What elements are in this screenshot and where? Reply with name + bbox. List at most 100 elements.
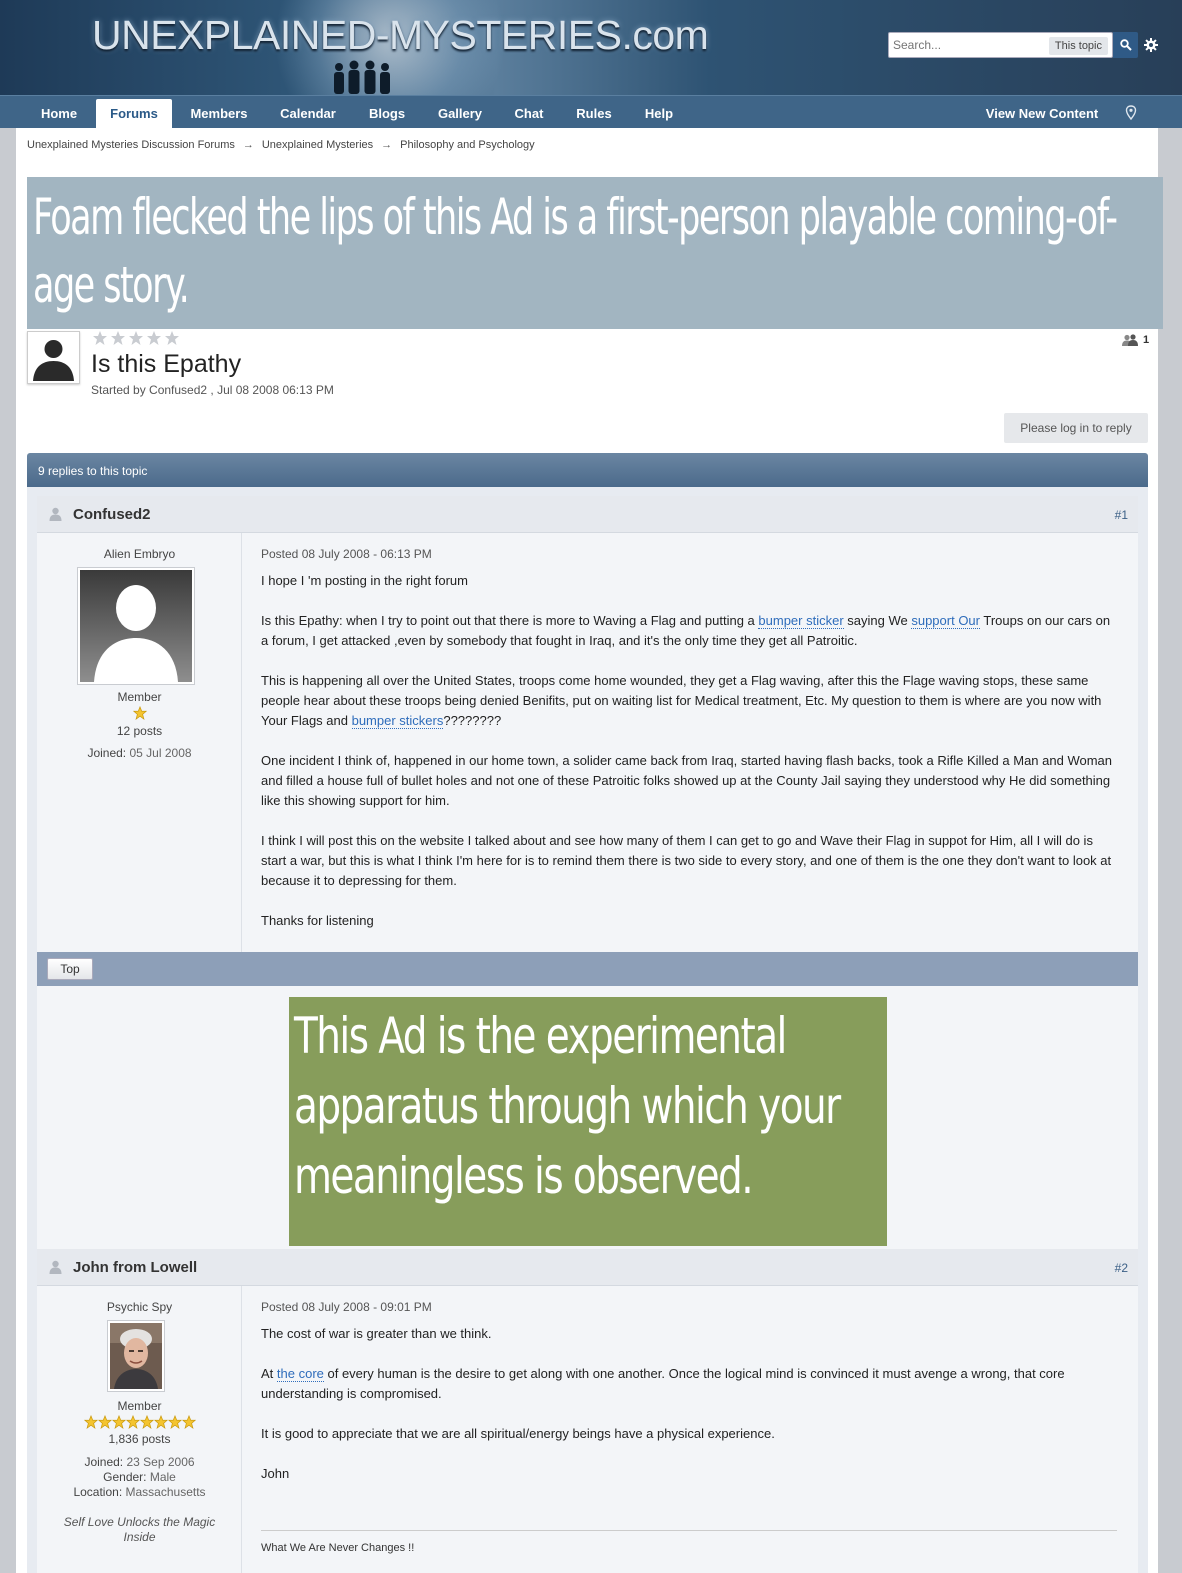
post-paragraph: The cost of war is greater than we think… — [261, 1326, 492, 1341]
member-post-count: 1,836 posts — [108, 1432, 171, 1446]
post-paragraph: Thanks for listening — [261, 913, 374, 928]
advertisement-banner[interactable]: Foam flecked the lips of this Ad is a fi… — [27, 177, 1163, 329]
breadcrumb-item[interactable]: Unexplained Mysteries — [262, 139, 373, 151]
profile-photo — [110, 1323, 162, 1389]
ad-text: This Ad is the experimental apparatus th… — [294, 1007, 841, 1205]
member-star-rating — [37, 1414, 242, 1432]
viewers-number: 1 — [1143, 334, 1150, 346]
member-gender: Gender: Male — [37, 1470, 242, 1484]
member-location: Location: Massachusetts — [37, 1485, 242, 1499]
location-label: Location: — [73, 1485, 123, 1499]
advertisement-banner[interactable]: This Ad is the experimental apparatus th… — [289, 997, 887, 1246]
post-text-segment: At — [261, 1366, 277, 1381]
joined-label: Joined: — [87, 746, 127, 760]
nav-tab-home[interactable]: Home — [28, 99, 90, 129]
topic-meta: Started by Confused2 , Jul 08 2008 06:13… — [91, 383, 334, 397]
post-author-name[interactable]: Confused2 — [73, 506, 151, 523]
member-title: Alien Embryo — [103, 547, 176, 561]
breadcrumb-item[interactable]: Philosophy and Psychology — [400, 139, 535, 151]
site-header: UNEXPLAINED-MYSTERIES.com This topic — [0, 0, 1182, 95]
author-avatar[interactable] — [77, 567, 195, 685]
search-scope[interactable]: This topic — [1048, 37, 1108, 55]
site-logo[interactable]: UNEXPLAINED-MYSTERIES.com — [92, 12, 709, 59]
gender-value: Male — [149, 1470, 176, 1484]
member-joined: Joined: 05 Jul 2008 — [37, 746, 242, 760]
post-number-link[interactable]: #2 — [1115, 1261, 1128, 1275]
member-title: Psychic Spy — [106, 1300, 173, 1314]
user-icon — [49, 507, 62, 521]
default-avatar-icon — [28, 332, 79, 383]
gear-icon[interactable] — [1143, 37, 1159, 53]
star-empty-icon[interactable] — [146, 330, 162, 346]
post-author-name[interactable]: John from Lowell — [73, 1259, 197, 1276]
post-paragraph: One incident I think of, happened in our… — [261, 753, 1112, 808]
view-new-content-link[interactable]: View New Content — [978, 99, 1106, 129]
breadcrumb-item[interactable]: Unexplained Mysteries Discussion Forums — [27, 139, 235, 151]
post-text-segment: of every human is the desire to get alon… — [261, 1366, 1065, 1401]
star-rating-icons — [83, 1414, 196, 1430]
gender-label: Gender: — [103, 1470, 147, 1484]
back-to-top-button[interactable]: Top — [47, 958, 93, 980]
users-icon — [1122, 334, 1138, 346]
joined-date: 05 Jul 2008 — [129, 746, 192, 760]
member-personal-statement: Self Love Unlocks the Magic Inside — [63, 1515, 216, 1544]
member-post-count: 12 posts — [116, 724, 163, 738]
search-input[interactable] — [889, 33, 1049, 57]
bumper-stickers-link[interactable]: bumper stickers — [351, 713, 444, 729]
nav-tab-help[interactable]: Help — [634, 99, 684, 129]
breadcrumb: Unexplained Mysteries Discussion Forums →… — [27, 139, 535, 151]
support-our-link[interactable]: support Our — [911, 613, 980, 629]
search-box: This topic — [888, 32, 1113, 58]
post-paragraph: This is happening all over the United St… — [261, 671, 1117, 731]
post-date: Posted 08 July 2008 - 09:01 PM — [261, 1300, 432, 1314]
post-paragraph: At the core of every human is the desire… — [261, 1364, 1117, 1404]
post-paragraph: I think I will post this on the website … — [261, 833, 1112, 888]
location-value: Massachusetts — [125, 1485, 206, 1499]
bumper-sticker-link[interactable]: bumper sticker — [758, 613, 844, 629]
replies-count-bar: 9 replies to this topic — [27, 453, 1148, 487]
post-text-segment: ???????? — [443, 713, 502, 728]
nav-tab-gallery[interactable]: Gallery — [426, 99, 494, 129]
login-to-reply-button[interactable]: Please log in to reply — [1004, 413, 1148, 443]
member-group: Member — [117, 1399, 162, 1413]
post-footer-bar: Top — [37, 952, 1138, 986]
post-header: Confused2 #1 — [37, 496, 1138, 533]
post-paragraph: John — [261, 1466, 290, 1481]
post-date: Posted 08 July 2008 - 06:13 PM — [261, 547, 432, 561]
nav-tab-blogs[interactable]: Blogs — [358, 99, 416, 129]
nav-tab-members[interactable]: Members — [180, 99, 258, 129]
post-content: The cost of war is greater than we think… — [261, 1324, 1117, 1504]
post-paragraph: It is good to appreciate that we are all… — [261, 1426, 775, 1441]
nav-tab-chat[interactable]: Chat — [504, 99, 554, 129]
post-body: Posted 08 July 2008 - 09:01 PM The cost … — [242, 1286, 1138, 1573]
author-avatar[interactable] — [107, 1320, 165, 1392]
user-icon — [49, 1260, 62, 1274]
topic-rating[interactable] — [92, 330, 180, 346]
member-group: Member — [117, 690, 162, 704]
star-empty-icon[interactable] — [128, 330, 144, 346]
breadcrumb-separator: → — [381, 139, 393, 151]
member-joined: Joined: 23 Sep 2006 — [37, 1455, 242, 1469]
star-filled-icon — [132, 705, 147, 721]
breadcrumb-separator: → — [242, 139, 254, 151]
post-author-sidebar: Alien Embryo Member 12 posts Joined: 05 … — [37, 533, 242, 952]
post-number-link[interactable]: #1 — [1115, 508, 1128, 522]
joined-label: Joined: — [84, 1455, 124, 1469]
ad-text: Foam flecked the lips of this Ad is a fi… — [33, 188, 1118, 314]
post-header: John from Lowell #2 — [37, 1249, 1138, 1286]
post-text-segment: Is this Epathy: when I try to point out … — [261, 613, 759, 628]
star-empty-icon[interactable] — [92, 330, 108, 346]
search-button[interactable] — [1113, 32, 1138, 58]
post-content: I hope I 'm posting in the right forum I… — [261, 571, 1117, 951]
main-nav: Home Forums Members Calendar Blogs Galle… — [0, 95, 1182, 129]
nav-tab-rules[interactable]: Rules — [564, 99, 624, 129]
joined-date: 23 Sep 2006 — [126, 1455, 195, 1469]
star-empty-icon[interactable] — [164, 330, 180, 346]
location-pin-icon[interactable] — [1125, 105, 1137, 121]
nav-tab-calendar[interactable]: Calendar — [268, 99, 348, 129]
star-empty-icon[interactable] — [110, 330, 126, 346]
nav-tab-forums[interactable]: Forums — [96, 99, 172, 129]
the-core-link[interactable]: the core — [276, 1366, 324, 1382]
topic-author-avatar[interactable] — [27, 331, 80, 384]
viewers-count[interactable]: 1 — [1121, 334, 1149, 346]
